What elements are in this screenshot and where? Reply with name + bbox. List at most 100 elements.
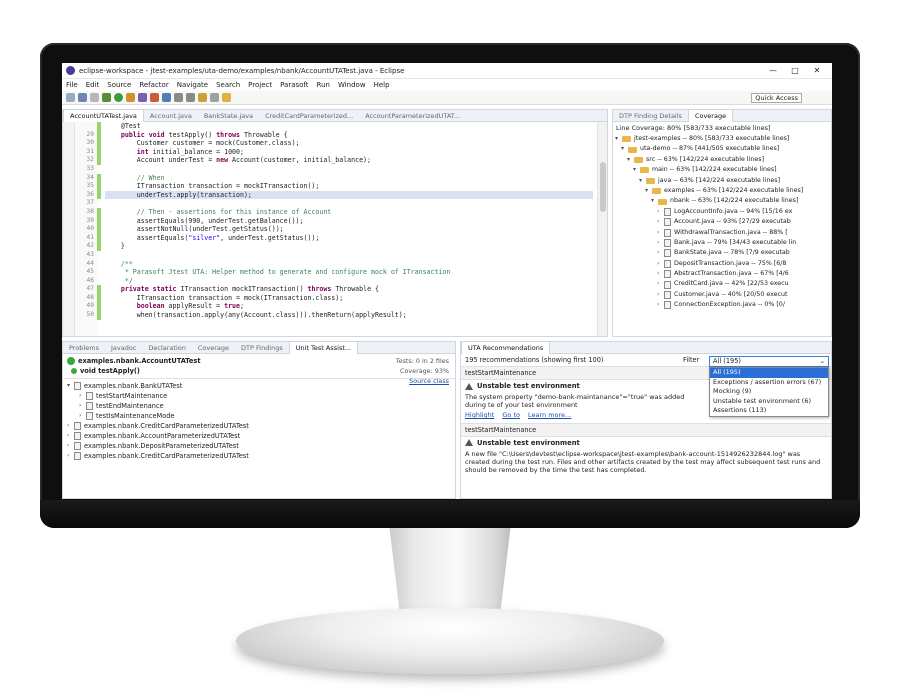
coverage-tree-item[interactable]: › AbstractTransaction.java -- 67% [4/6 bbox=[615, 269, 831, 279]
editor-scrollbar[interactable] bbox=[597, 122, 607, 336]
coverage-tree-item[interactable]: › LogAccountInfo.java -- 94% [15/16 ex bbox=[615, 207, 831, 217]
filter-option[interactable]: All (195) bbox=[710, 368, 828, 378]
quick-access-input[interactable]: Quick Access bbox=[751, 92, 802, 103]
coverage-tree-item[interactable]: › BankState.java -- 78% [7/9 executab bbox=[615, 248, 831, 258]
coverage-tree-item[interactable]: ▾ uta-demo -- 87% [441/505 executable lin… bbox=[615, 144, 831, 154]
back-icon[interactable] bbox=[174, 93, 183, 102]
search-icon[interactable] bbox=[162, 93, 171, 102]
learn-more-link[interactable]: Learn more... bbox=[528, 411, 571, 419]
menu-item-search[interactable]: Search bbox=[216, 81, 240, 89]
expand-toggle-icon[interactable]: › bbox=[657, 238, 664, 248]
expand-toggle-icon[interactable]: › bbox=[657, 228, 664, 238]
coverage-tree-item[interactable]: ▾ src -- 63% [142/224 executable lines] bbox=[615, 155, 831, 165]
expand-toggle-icon[interactable]: › bbox=[67, 421, 74, 431]
filter-option[interactable]: Assertions (113) bbox=[710, 406, 828, 416]
test-tree-item[interactable]: › examples.nbank.CreditCardParameterizedU… bbox=[67, 451, 451, 461]
tab-bottom-view[interactable]: Problems bbox=[63, 342, 105, 354]
coverage-tree-item[interactable]: › DepositTransaction.java -- 75% [6/8 bbox=[615, 259, 831, 269]
expand-toggle-icon[interactable]: › bbox=[67, 431, 74, 441]
pin-icon[interactable] bbox=[210, 93, 219, 102]
coverage-tree-item[interactable]: ▾ examples -- 63% [142/224 executable lin… bbox=[615, 186, 831, 196]
tab-bottom-view[interactable]: DTP Findings bbox=[235, 342, 289, 354]
test-tree-item[interactable]: › testIsMaintenanceMode bbox=[67, 411, 451, 421]
expand-toggle-icon[interactable]: ▾ bbox=[621, 144, 628, 154]
tab-bottom-view[interactable]: Declaration bbox=[142, 342, 191, 354]
expand-toggle-icon[interactable]: ▾ bbox=[633, 165, 640, 175]
bookmark-icon[interactable] bbox=[198, 93, 207, 102]
menu-item-refactor[interactable]: Refactor bbox=[139, 81, 168, 89]
forward-icon[interactable] bbox=[186, 93, 195, 102]
expand-toggle-icon[interactable]: › bbox=[657, 290, 664, 300]
tab-dtp-finding-details[interactable]: DTP Finding Details bbox=[613, 110, 688, 122]
menu-item-file[interactable]: File bbox=[66, 81, 78, 89]
tab-bottom-view[interactable]: Unit Test Assist... bbox=[288, 342, 359, 354]
debug-icon[interactable] bbox=[102, 93, 111, 102]
tab-editor-file[interactable]: CreditCardParameterized... bbox=[259, 110, 359, 122]
expand-toggle-icon[interactable]: › bbox=[657, 217, 664, 227]
filter-option[interactable]: Unstable test environment (6) bbox=[710, 397, 828, 407]
coverage-tree-item[interactable]: › ConnectionException.java -- 0% [0/ bbox=[615, 300, 831, 310]
coverage-tree-item[interactable]: › CreditCard.java -- 42% [22/53 execu bbox=[615, 279, 831, 289]
close-button[interactable]: ✕ bbox=[806, 66, 828, 75]
expand-toggle-icon[interactable]: › bbox=[657, 279, 664, 289]
parasoft-icon[interactable] bbox=[150, 93, 159, 102]
menu-item-edit[interactable]: Edit bbox=[86, 81, 100, 89]
tab-coverage[interactable]: Coverage bbox=[687, 110, 734, 122]
expand-toggle-icon[interactable]: ▾ bbox=[615, 134, 622, 144]
expand-toggle-icon[interactable]: › bbox=[657, 300, 664, 310]
tab-editor-file[interactable]: BankState.java bbox=[198, 110, 259, 122]
filter-option[interactable]: Mocking (9) bbox=[710, 387, 828, 397]
filter-dropdown[interactable]: All (195) ⌄ bbox=[709, 356, 829, 367]
menu-item-parasoft[interactable]: Parasoft bbox=[280, 81, 308, 89]
menu-item-navigate[interactable]: Navigate bbox=[177, 81, 208, 89]
coverage-tree-item[interactable]: ▾ java -- 63% [142/224 executable lines] bbox=[615, 176, 831, 186]
test-tree-item[interactable]: › examples.nbank.AccountParameterizedUTAT… bbox=[67, 431, 451, 441]
expand-toggle-icon[interactable]: ▾ bbox=[67, 381, 74, 391]
test-class-row[interactable]: examples.nbank.AccountUTATest bbox=[67, 356, 451, 366]
menu-item-project[interactable]: Project bbox=[248, 81, 272, 89]
menu-item-run[interactable]: Run bbox=[317, 81, 330, 89]
code-area[interactable]: @Test public void testApply() throws Thr… bbox=[105, 122, 593, 336]
expand-toggle-icon[interactable]: ▾ bbox=[639, 176, 646, 186]
print-icon[interactable] bbox=[90, 93, 99, 102]
coverage-tree-item[interactable]: ▾ main -- 63% [142/224 executable lines] bbox=[615, 165, 831, 175]
coverage-icon[interactable] bbox=[138, 93, 147, 102]
expand-toggle-icon[interactable]: ▾ bbox=[651, 196, 658, 206]
tab-bottom-view[interactable]: Coverage bbox=[192, 342, 235, 354]
test-tree-item[interactable]: › testStartMaintenance bbox=[67, 391, 451, 401]
coverage-tree-item[interactable]: › WithdrawalTransaction.java -- 88% [ bbox=[615, 228, 831, 238]
expand-toggle-icon[interactable]: ▾ bbox=[645, 186, 652, 196]
external-tools-icon[interactable] bbox=[126, 93, 135, 102]
expand-toggle-icon[interactable]: › bbox=[657, 248, 664, 258]
expand-toggle-icon[interactable]: › bbox=[79, 391, 86, 401]
expand-toggle-icon[interactable]: › bbox=[67, 441, 74, 451]
expand-toggle-icon[interactable]: › bbox=[79, 401, 86, 411]
coverage-tree-item[interactable]: › Customer.java -- 40% [20/50 execut bbox=[615, 290, 831, 300]
highlight-link[interactable]: Highlight bbox=[465, 411, 494, 419]
menu-item-window[interactable]: Window bbox=[338, 81, 366, 89]
tab-editor-file[interactable]: AccountUTATest.java bbox=[63, 110, 144, 122]
expand-toggle-icon[interactable]: › bbox=[657, 269, 664, 279]
coverage-tree-item[interactable]: ▾ nbank -- 63% [142/224 executable lines] bbox=[615, 196, 831, 206]
folder-icon[interactable] bbox=[222, 93, 231, 102]
go-to-link[interactable]: Go to bbox=[502, 411, 520, 419]
expand-toggle-icon[interactable]: › bbox=[67, 451, 74, 461]
coverage-tree-item[interactable]: ▾ jtest-examples -- 80% [583/733 executab… bbox=[615, 134, 831, 144]
test-tree-item[interactable]: › examples.nbank.DepositParameterizedUTAT… bbox=[67, 441, 451, 451]
expand-toggle-icon[interactable]: › bbox=[657, 207, 664, 217]
test-tree-item[interactable]: ▾ examples.nbank.BankUTATest bbox=[67, 381, 451, 391]
tab-bottom-view[interactable]: Javadoc bbox=[105, 342, 142, 354]
test-tree-item[interactable]: › examples.nbank.CreditCardParameterizedU… bbox=[67, 421, 451, 431]
test-method-row[interactable]: void testApply() bbox=[67, 366, 451, 376]
coverage-tree-item[interactable]: › Bank.java -- 79% [34/43 executable lin bbox=[615, 238, 831, 248]
new-file-icon[interactable] bbox=[66, 93, 75, 102]
expand-toggle-icon[interactable]: ▾ bbox=[627, 155, 634, 165]
filter-option[interactable]: Exceptions / assertion errors (67) bbox=[710, 378, 828, 388]
coverage-tree-item[interactable]: › Account.java -- 93% [27/29 executab bbox=[615, 217, 831, 227]
maximize-button[interactable]: □ bbox=[784, 66, 806, 75]
tab-editor-file[interactable]: Account.java bbox=[144, 110, 198, 122]
test-tree-item[interactable]: › testEndMaintenance bbox=[67, 401, 451, 411]
scrollbar-thumb[interactable] bbox=[600, 162, 606, 212]
tab-editor-file[interactable]: AccountParameterizedUTAT... bbox=[359, 110, 466, 122]
expand-toggle-icon[interactable]: › bbox=[657, 259, 664, 269]
